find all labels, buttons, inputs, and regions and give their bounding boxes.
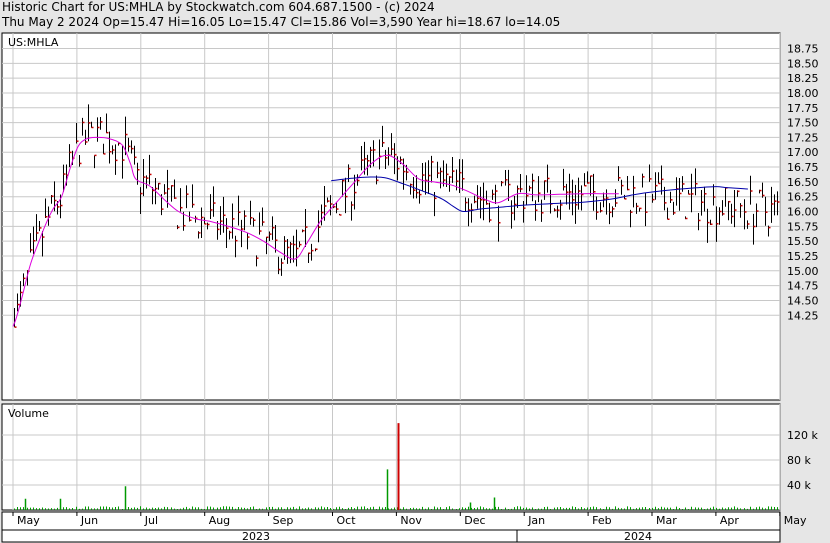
price-tick-label: 18.75 bbox=[787, 43, 819, 56]
month-label: Dec bbox=[464, 514, 485, 527]
month-label: Jun bbox=[80, 514, 98, 527]
year-label-2024: 2024 bbox=[624, 530, 652, 543]
price-tick-label: 16.75 bbox=[787, 161, 819, 174]
month-label: Nov bbox=[400, 514, 422, 527]
price-tick-label: 15.50 bbox=[787, 235, 819, 248]
price-tick-label: 16.25 bbox=[787, 191, 819, 204]
price-tick-label: 17.00 bbox=[787, 146, 819, 159]
month-label: May bbox=[784, 514, 807, 527]
month-label: Aug bbox=[209, 514, 230, 527]
month-label: Mar bbox=[656, 514, 677, 527]
price-tick-label: 15.25 bbox=[787, 250, 819, 263]
price-tick-label: 14.75 bbox=[787, 280, 819, 293]
chart-root: Historic Chart for US:MHLA by Stockwatch… bbox=[0, 0, 830, 543]
volume-panel bbox=[1, 403, 781, 511]
price-tick-label: 17.50 bbox=[787, 117, 819, 130]
year-label-2023: 2023 bbox=[242, 530, 270, 543]
month-label: Sep bbox=[273, 514, 294, 527]
price-tick-label: 14.25 bbox=[787, 309, 819, 322]
price-tick-label: 18.00 bbox=[787, 87, 819, 100]
month-label: Jan bbox=[527, 514, 545, 527]
volume-label: Volume bbox=[8, 407, 49, 420]
month-label: May bbox=[17, 514, 40, 527]
month-label: Apr bbox=[720, 514, 740, 527]
month-label: Oct bbox=[337, 514, 357, 527]
price-tick-label: 15.75 bbox=[787, 220, 819, 233]
volume-tick-label: 120 k bbox=[787, 429, 818, 442]
price-tick-label: 18.25 bbox=[787, 72, 819, 85]
volume-tick-label: 80 k bbox=[787, 454, 811, 467]
price-tick-label: 17.25 bbox=[787, 131, 819, 144]
price-tick-label: 15.00 bbox=[787, 265, 819, 278]
month-label: Feb bbox=[592, 514, 611, 527]
price-tick-label: 18.50 bbox=[787, 57, 819, 70]
price-tick-label: 14.50 bbox=[787, 294, 819, 307]
volume-tick-label: 40 k bbox=[787, 479, 811, 492]
price-panel bbox=[1, 32, 781, 401]
symbol-label: US:MHLA bbox=[8, 36, 59, 49]
month-label: Jul bbox=[144, 514, 158, 527]
price-tick-label: 16.00 bbox=[787, 206, 819, 219]
year-axis-band bbox=[1, 529, 781, 543]
price-tick-label: 16.50 bbox=[787, 176, 819, 189]
stock-chart-svg: 18.7518.50 18.25 18.00 17.75 17.5017.25 17.00… bbox=[1, 32, 819, 543]
price-tick-label: 17.75 bbox=[787, 102, 819, 115]
